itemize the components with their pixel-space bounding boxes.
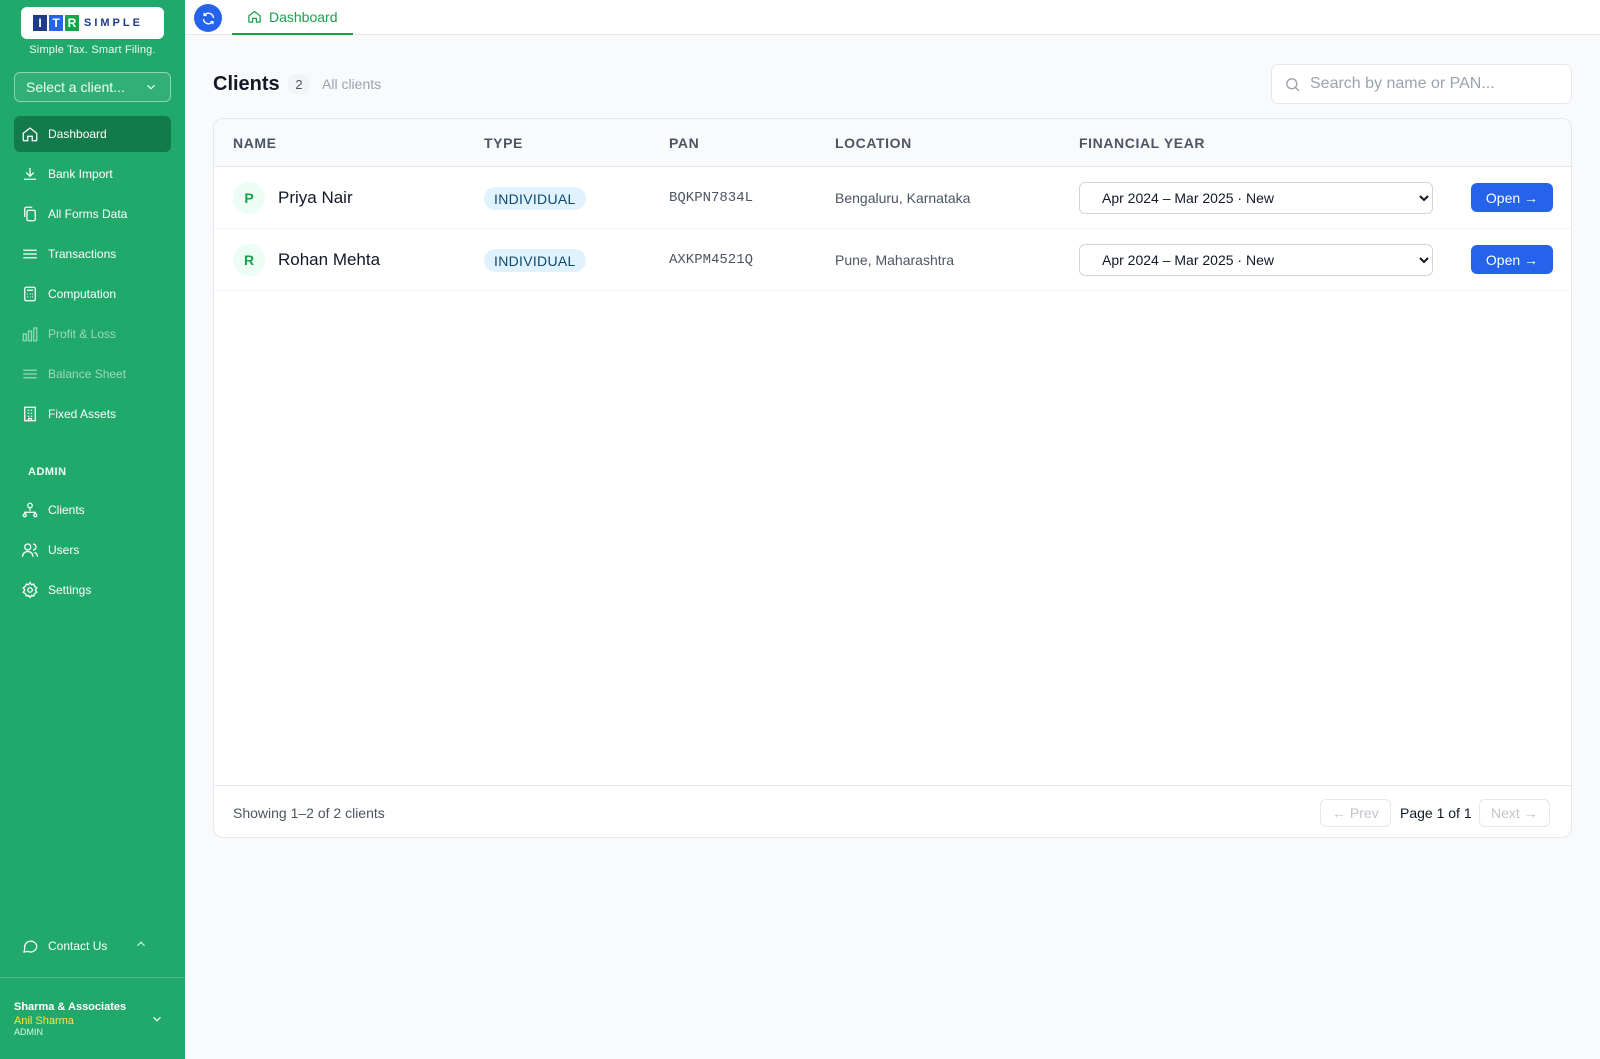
- download-icon: [24, 168, 36, 180]
- sidebar-item-profit-loss[interactable]: Profit & Loss: [14, 316, 171, 352]
- client-name: Priya Nair: [278, 188, 353, 207]
- column-header-name: NAME: [233, 135, 277, 151]
- open-client-button[interactable]: Open →: [1471, 245, 1553, 274]
- client-pan: AXKPM4521Q: [669, 252, 754, 268]
- logo-letter: I: [33, 15, 47, 31]
- building-icon: [24, 406, 36, 422]
- sidebar-item-label: Fixed Assets: [48, 407, 117, 421]
- financial-year-select[interactable]: Apr 2024 – Mar 2025 · New: [1079, 244, 1433, 276]
- sidebar-item-clients[interactable]: Clients: [14, 492, 171, 528]
- pagination-summary: Showing 1–2 of 2 clients: [233, 805, 385, 821]
- table-row: P Priya Nair INDIVIDUAL BQKPN7834L Benga…: [214, 167, 1571, 229]
- bar-chart-icon: [22, 327, 38, 342]
- next-page-button[interactable]: Next →: [1479, 799, 1550, 827]
- sidebar-item-users[interactable]: Users: [14, 532, 171, 568]
- page-subtitle: All clients: [322, 76, 382, 92]
- sidebar-divider: [0, 977, 185, 978]
- client-type-badge: INDIVIDUAL: [484, 187, 586, 210]
- chevron-up-icon: [137, 941, 145, 947]
- page-title: Clients: [213, 73, 280, 95]
- logo-letter: R: [65, 15, 79, 31]
- prev-page-button[interactable]: ← Prev: [1320, 799, 1391, 827]
- sidebar-item-transactions[interactable]: Transactions: [14, 236, 171, 272]
- client-count-badge: 2: [288, 74, 310, 94]
- sidebar-item-label: Bank Import: [48, 167, 113, 181]
- table-row: R Rohan Mehta INDIVIDUAL AXKPM4521Q Pune…: [214, 229, 1571, 291]
- client-location: Bengaluru, Karnataka: [835, 190, 971, 206]
- clients-table: NAME TYPE PAN LOCATION FINANCIAL YEAR P …: [213, 118, 1572, 838]
- sidebar-item-label: Transactions: [48, 247, 117, 261]
- main-nav: Dashboard Bank Import All Forms Data Tra…: [14, 116, 171, 436]
- sidebar-item-fixed-assets[interactable]: Fixed Assets: [14, 396, 171, 432]
- refresh-button[interactable]: [194, 4, 222, 32]
- client-type-badge: INDIVIDUAL: [484, 249, 586, 272]
- sidebar-item-label: Profit & Loss: [48, 327, 117, 341]
- financial-year-select[interactable]: Apr 2024 – Mar 2025 · New: [1079, 182, 1433, 214]
- chevron-down-icon[interactable]: [150, 1012, 164, 1026]
- sidebar-item-label: Users: [48, 543, 80, 557]
- contact-us-label: Contact Us: [48, 939, 108, 953]
- sidebar-item-label: Computation: [48, 287, 117, 301]
- sidebar-item-settings[interactable]: Settings: [14, 572, 171, 608]
- sidebar-item-label: Clients: [48, 503, 85, 517]
- contact-us-button[interactable]: Contact Us: [14, 928, 171, 964]
- admin-section-label: ADMIN: [28, 466, 67, 478]
- page-indicator: Page 1 of 1: [1400, 805, 1472, 821]
- sidebar: I T R SIMPLE Simple Tax. Smart Filing. S…: [0, 0, 185, 1059]
- table-footer: Showing 1–2 of 2 clients ← Prev Page 1 o…: [214, 785, 1571, 837]
- sidebar-item-label: Balance Sheet: [48, 367, 127, 381]
- client-name: Rohan Mehta: [278, 250, 381, 269]
- tab-bar: Dashboard: [185, 0, 1600, 35]
- sidebar-item-dashboard[interactable]: Dashboard: [14, 116, 171, 152]
- client-pan: BQKPN7834L: [669, 190, 754, 206]
- sidebar-item-label: Dashboard: [48, 127, 107, 141]
- avatar: P: [233, 182, 265, 214]
- gear-icon: [22, 581, 38, 599]
- column-header-pan: PAN: [669, 135, 700, 151]
- column-header-location: LOCATION: [835, 135, 912, 151]
- sidebar-item-balance-sheet[interactable]: Balance Sheet: [14, 356, 171, 392]
- user-role: ADMIN: [14, 1027, 43, 1037]
- user-name: Anil Sharma: [14, 1015, 74, 1027]
- search-input[interactable]: [1310, 75, 1560, 93]
- sidebar-item-label: Settings: [48, 583, 92, 597]
- tab-label: Dashboard: [269, 8, 338, 25]
- chevron-down-icon: [147, 84, 155, 90]
- copy-icon: [24, 206, 36, 222]
- sidebar-item-label: All Forms Data: [48, 207, 128, 221]
- list-icon: [23, 249, 37, 259]
- home-icon: [22, 127, 38, 142]
- client-location: Pune, Maharashtra: [835, 252, 955, 268]
- org-name: Sharma & Associates: [14, 1001, 127, 1013]
- avatar: R: [233, 244, 265, 276]
- client-select[interactable]: Select a client...: [14, 72, 171, 102]
- home-icon: [248, 10, 261, 23]
- brand-logo[interactable]: I T R SIMPLE: [21, 7, 164, 39]
- sidebar-item-bank-import[interactable]: Bank Import: [14, 156, 171, 192]
- column-header-type: TYPE: [484, 135, 523, 151]
- list-icon: [23, 369, 37, 379]
- client-select-label: Select a client...: [26, 79, 125, 95]
- refresh-icon: [202, 12, 214, 24]
- open-client-button[interactable]: Open →: [1471, 183, 1553, 212]
- search-box: [1271, 64, 1572, 104]
- column-header-financial-year: FINANCIAL YEAR: [1079, 135, 1206, 151]
- network-icon: [22, 502, 38, 518]
- brand-tagline: Simple Tax. Smart Filing.: [29, 44, 156, 56]
- table-header: NAME TYPE PAN LOCATION FINANCIAL YEAR: [214, 119, 1571, 167]
- users-icon: [21, 543, 39, 557]
- logo-letter: T: [49, 15, 63, 31]
- tab-dashboard[interactable]: Dashboard: [232, 0, 353, 35]
- calculator-icon: [24, 286, 36, 302]
- admin-nav: Clients Users Settings: [14, 492, 171, 612]
- sidebar-item-all-forms-data[interactable]: All Forms Data: [14, 196, 171, 232]
- logo-wordmark: SIMPLE: [84, 17, 143, 29]
- chat-icon: [23, 940, 38, 953]
- sidebar-item-computation[interactable]: Computation: [14, 276, 171, 312]
- search-icon: [1286, 77, 1300, 91]
